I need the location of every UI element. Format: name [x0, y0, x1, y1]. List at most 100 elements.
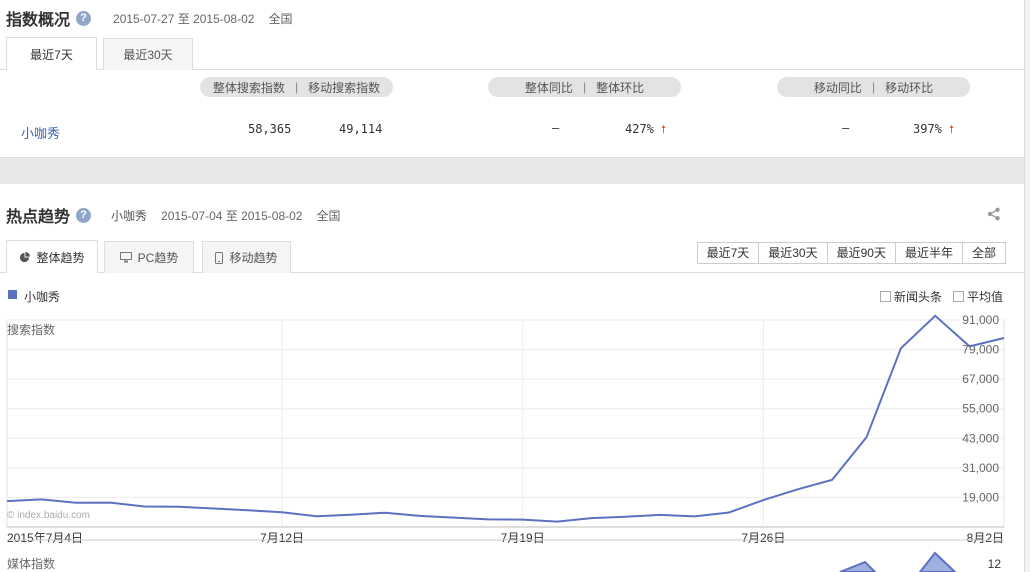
data-point[interactable] — [795, 486, 801, 492]
data-point[interactable] — [348, 512, 354, 518]
series-line-xiaokaxiu — [6, 314, 1005, 523]
overview-title: 指数概况 — [6, 12, 71, 29]
tab-overall-trend[interactable]: 整体趋势 — [6, 240, 98, 273]
data-point[interactable] — [382, 510, 388, 516]
legend-swatch — [8, 290, 17, 299]
mobile-yoy-value: — — [842, 121, 850, 135]
range-half-year-button[interactable]: 最近半年 — [894, 243, 962, 263]
data-point[interactable] — [38, 496, 44, 502]
header-separator: | — [582, 80, 587, 94]
data-point[interactable] — [142, 504, 148, 510]
header-mobile-mom: 移动环比 — [885, 80, 934, 95]
y-tick-label: 19,000 — [962, 490, 999, 504]
range-all-button[interactable]: 全部 — [961, 243, 1005, 263]
help-icon[interactable]: ? — [76, 207, 92, 223]
data-point[interactable] — [657, 512, 663, 518]
tab-pc-trend-label: PC趋势 — [137, 251, 179, 265]
data-point[interactable] — [726, 509, 732, 515]
media-index-label: 媒体指数 — [7, 556, 55, 571]
data-point[interactable] — [245, 507, 251, 513]
header-mobile-change: 移动同比 | 移动环比 — [777, 77, 970, 97]
checkbox-box[interactable] — [880, 291, 891, 302]
pie-chart-icon — [20, 251, 31, 262]
average-checkbox[interactable]: 平均值 — [953, 288, 1003, 305]
overall-yoy-value: — — [552, 121, 560, 135]
mobile-phone-icon — [215, 251, 224, 264]
data-point[interactable] — [898, 345, 904, 351]
range-button-group: 最近7天 最近30天 最近90天 最近半年 全部 — [696, 242, 1006, 264]
chart-grid — [6, 319, 1005, 528]
overall-mom-text: 427% — [625, 122, 654, 136]
data-point[interactable] — [760, 497, 766, 503]
data-point[interactable] — [863, 434, 869, 440]
header-overall-mom: 整体环比 — [596, 80, 645, 95]
y-tick-label: 43,000 — [962, 431, 999, 445]
legend-label[interactable]: 小咖秀 — [24, 288, 60, 305]
keyword-link[interactable]: 小咖秀 — [21, 123, 60, 142]
data-point[interactable] — [623, 514, 629, 520]
overall-search-value: 58,365 — [248, 122, 292, 136]
mobile-search-value: 49,114 — [339, 122, 383, 136]
y-axis-title: 搜索指数 — [7, 322, 55, 337]
overview-region: 全国 — [268, 11, 293, 26]
tab-last-7-days[interactable]: 最近7天 — [6, 37, 97, 70]
data-point[interactable] — [485, 516, 491, 522]
header-overall-change: 整体同比 | 整体环比 — [488, 77, 681, 97]
data-point[interactable] — [588, 515, 594, 521]
x-tick-label: 8月2日 — [967, 531, 1004, 545]
header-separator: | — [294, 80, 299, 94]
share-icon[interactable] — [987, 207, 1001, 221]
news-headline-label: 新闻头条 — [894, 290, 943, 304]
range-last-7-days-button[interactable]: 最近7天 — [697, 243, 759, 263]
trend-keyword: 小咖秀 — [111, 208, 148, 223]
media-y-tick: 12 — [988, 557, 1002, 571]
y-tick-label: 31,000 — [962, 461, 999, 475]
range-last-30-days-button[interactable]: 最近30天 — [758, 243, 827, 263]
y-axis-ticks: 91,00079,00067,00055,00043,00031,00019,0… — [962, 314, 999, 504]
data-point[interactable] — [1001, 335, 1007, 341]
trend-header: 热点趋势 ? 小咖秀 2015-07-04 至 2015-08-02 全国 — [6, 203, 340, 227]
header-mobile-search: 移动搜索指数 — [308, 80, 381, 95]
data-point[interactable] — [73, 500, 79, 506]
range-last-90-days-button[interactable]: 最近90天 — [826, 243, 895, 263]
tab-mobile-trend[interactable]: 移动趋势 — [202, 241, 291, 273]
data-point[interactable] — [107, 500, 113, 506]
tab-last-30-days[interactable]: 最近30天 — [103, 38, 193, 70]
data-point[interactable] — [451, 515, 457, 521]
trend-date-range: 2015-07-04 至 2015-08-02 — [161, 208, 303, 223]
tab-pc-trend[interactable]: PC趋势 — [104, 241, 194, 273]
data-point[interactable] — [967, 343, 973, 349]
data-point[interactable] — [520, 517, 526, 523]
overview-header: 指数概况 ? 2015-07-27 至 2015-08-02 全国 — [6, 6, 292, 30]
overview-panel: 指数概况 ? 2015-07-27 至 2015-08-02 全国 最近7天 最… — [0, 0, 1024, 158]
y-tick-label: 67,000 — [962, 372, 999, 386]
data-point[interactable] — [554, 519, 560, 525]
data-point[interactable] — [4, 498, 10, 504]
trend-region: 全国 — [316, 208, 341, 223]
news-headline-checkbox[interactable]: 新闻头条 — [880, 288, 942, 305]
data-point[interactable] — [210, 506, 216, 512]
search-index-chart[interactable]: 91,00079,00067,00055,00043,00031,00019,0… — [0, 314, 1024, 572]
scrollbar-track[interactable] — [1024, 0, 1030, 572]
overview-date-range: 2015-07-27 至 2015-08-02 — [113, 11, 255, 26]
help-icon[interactable]: ? — [76, 10, 92, 26]
header-mobile-yoy: 移动同比 — [813, 80, 862, 95]
checkbox-box[interactable] — [953, 291, 964, 302]
trend-title: 热点趋势 — [6, 209, 71, 226]
media-index-area — [839, 551, 957, 572]
data-point[interactable] — [829, 477, 835, 483]
data-point[interactable] — [417, 513, 423, 519]
up-arrow-icon: 🠕 — [949, 123, 954, 136]
x-tick-label: 2015年7月4日 — [7, 531, 83, 545]
data-point[interactable] — [279, 509, 285, 515]
data-point[interactable] — [692, 513, 698, 519]
monitor-icon — [119, 252, 132, 263]
tab-overall-trend-label: 整体趋势 — [36, 250, 85, 265]
data-point[interactable] — [176, 504, 182, 510]
header-search-index: 整体搜索指数 | 移动搜索指数 — [200, 77, 393, 97]
y-tick-label: 55,000 — [962, 402, 999, 416]
header-overall-yoy: 整体同比 — [524, 80, 573, 95]
x-tick-label: 7月26日 — [741, 531, 785, 545]
watermark: © index.baidu.com — [7, 510, 90, 521]
data-point[interactable] — [313, 513, 319, 519]
